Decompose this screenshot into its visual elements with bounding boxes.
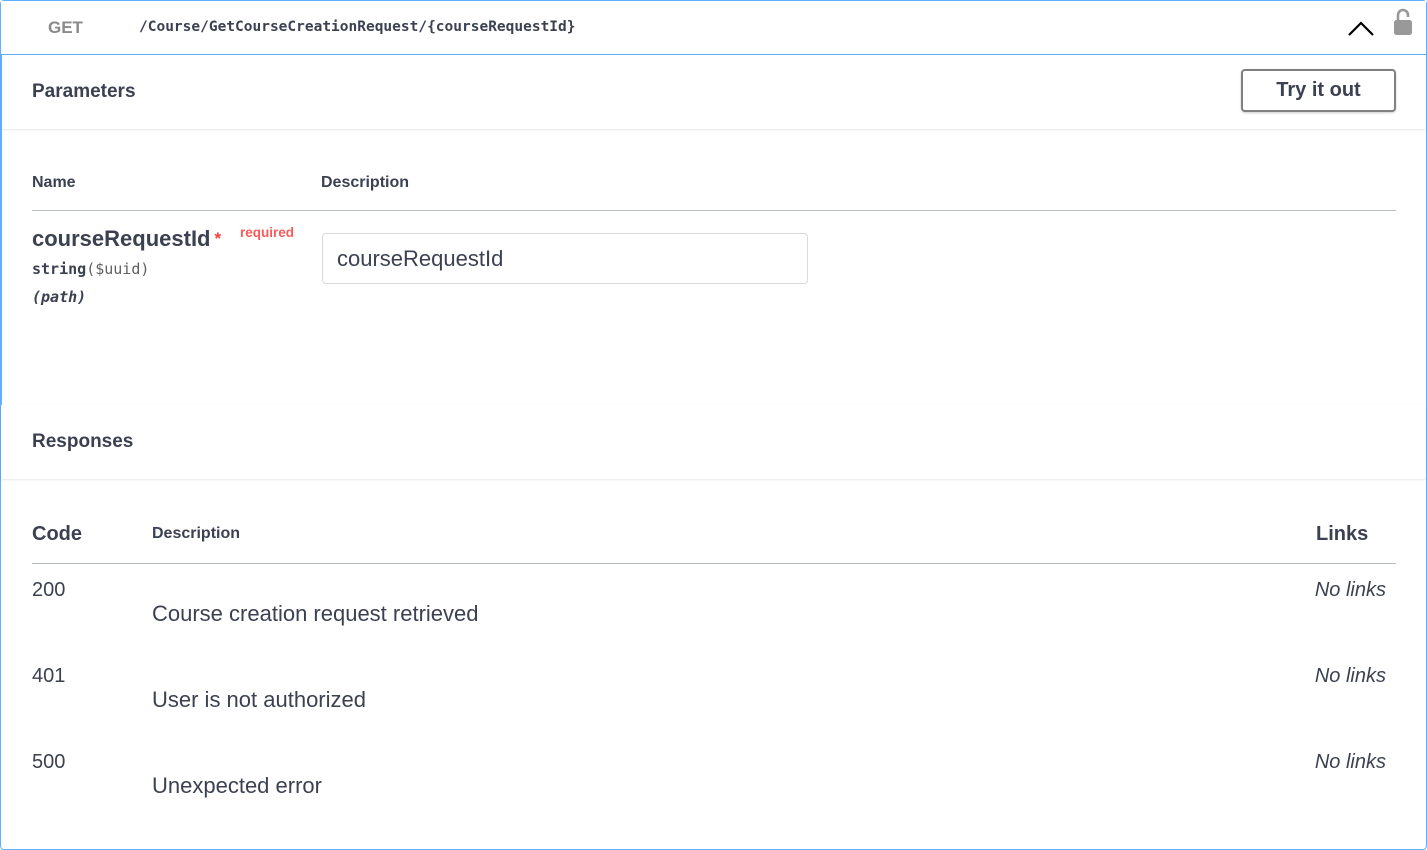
param-name-label: courseRequestId	[32, 226, 211, 251]
parameters-header: Parameters	[1, 55, 1426, 129]
response-code: 500	[32, 751, 66, 773]
param-header-divider	[32, 210, 1396, 211]
responses-title: Responses	[32, 431, 134, 452]
response-description: Course creation request retrieved	[152, 601, 479, 626]
left-edge	[1, 55, 2, 405]
required-label: required	[240, 225, 295, 240]
operation-summary[interactable]: GET /Course/GetCourseCreationRequest/{co…	[1, 1, 1426, 55]
param-name: courseRequestId *	[32, 226, 221, 252]
response-code: 401	[32, 665, 66, 687]
param-type-format: ($uuid)	[86, 260, 150, 278]
response-description: User is not authorized	[152, 687, 366, 712]
response-links: No links	[1314, 751, 1386, 773]
response-links: No links	[1314, 665, 1386, 687]
required-star: *	[214, 229, 222, 248]
param-type-name: string	[32, 260, 87, 278]
param-name-header: Name	[32, 174, 76, 191]
http-method: GET	[48, 18, 83, 37]
response-code: 200	[32, 579, 66, 601]
parameters-title: Parameters	[32, 81, 136, 102]
course-request-id-input[interactable]	[322, 233, 808, 284]
response-description: Unexpected error	[152, 773, 322, 798]
response-header-divider	[32, 563, 1396, 564]
response-links-header: Links	[1316, 523, 1369, 545]
param-location: (path)	[32, 288, 87, 306]
responses-header: Responses	[1, 405, 1426, 479]
param-type: string($uuid)	[32, 260, 149, 278]
try-it-out-button[interactable]: Try it out	[1241, 69, 1396, 112]
chevron-up-icon[interactable]	[1347, 19, 1375, 37]
response-description-header: Description	[152, 525, 241, 542]
response-links: No links	[1314, 579, 1386, 601]
operation-block: GET /Course/GetCourseCreationRequest/{co…	[0, 0, 1427, 850]
response-code-header: Code	[32, 523, 82, 545]
lock-icon[interactable]	[1393, 8, 1413, 36]
endpoint-path: /Course/GetCourseCreationRequest/{course…	[139, 19, 576, 35]
param-description-header: Description	[321, 174, 410, 191]
